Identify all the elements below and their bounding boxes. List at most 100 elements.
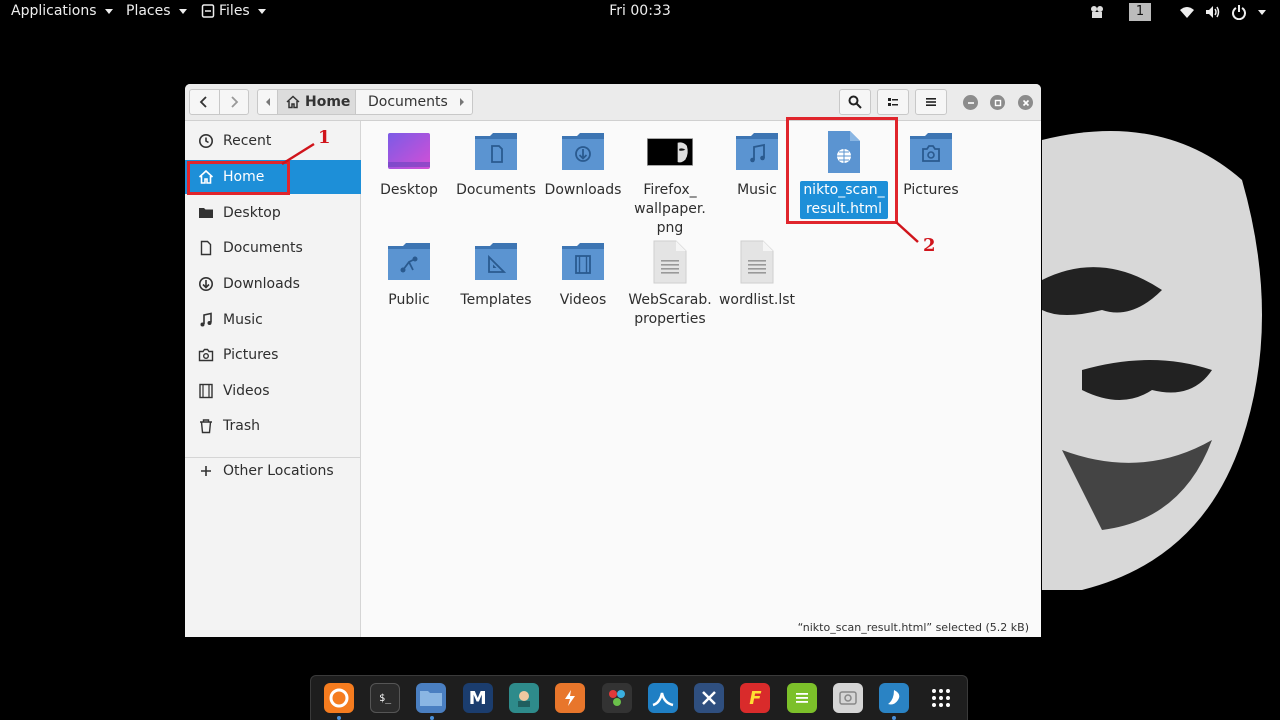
plus-icon xyxy=(197,462,215,480)
dock-maltego[interactable] xyxy=(597,678,637,718)
file-item-firefox-wallpaper[interactable]: Firefox_ wallpaper. png xyxy=(627,129,713,238)
file-item-public[interactable]: Public xyxy=(366,239,452,310)
notes-icon xyxy=(786,683,817,713)
path-scroll-right-button[interactable] xyxy=(452,90,472,114)
volume-icon[interactable] xyxy=(1205,4,1221,20)
sidebar-item-music[interactable]: Music xyxy=(185,303,361,337)
dock-beef[interactable] xyxy=(689,678,729,718)
folder-icon xyxy=(197,204,215,222)
terminal-icon: $_ xyxy=(370,683,401,713)
file-item-videos[interactable]: Videos xyxy=(540,239,626,310)
workspace-indicator[interactable]: 1 xyxy=(1129,3,1151,21)
sidebar-item-label: Music xyxy=(223,312,263,328)
downloads-folder-icon xyxy=(560,129,606,175)
minimize-button[interactable] xyxy=(963,95,978,110)
file-item-documents[interactable]: Documents xyxy=(453,129,539,200)
clock[interactable]: Fri 00:33 xyxy=(0,3,1280,19)
dock-notes[interactable] xyxy=(782,678,822,718)
templates-folder-icon xyxy=(473,239,519,285)
sidebar-item-desktop[interactable]: Desktop xyxy=(185,196,361,230)
sidebar-item-videos[interactable]: Videos xyxy=(185,374,361,408)
sidebar-item-downloads[interactable]: Downloads xyxy=(185,267,361,301)
path-scroll-left-button[interactable] xyxy=(258,90,278,114)
dock-firefox[interactable] xyxy=(319,678,359,720)
screenshot-icon xyxy=(832,683,863,713)
film-icon xyxy=(197,382,215,400)
text-file-icon xyxy=(647,239,693,285)
file-item-downloads[interactable]: Downloads xyxy=(540,129,626,200)
public-folder-icon xyxy=(386,239,432,285)
dock-faraday[interactable]: F xyxy=(736,678,776,718)
file-item-label: Pictures xyxy=(903,182,959,198)
file-item-label: Public xyxy=(388,292,430,308)
file-item-label: Desktop xyxy=(380,182,438,198)
path-documents-button[interactable]: Documents xyxy=(356,90,452,114)
file-item-wordlist[interactable]: wordlist.lst xyxy=(714,239,800,310)
annotation-line-1 xyxy=(281,142,315,166)
search-button[interactable] xyxy=(839,89,871,115)
dock-show-applications[interactable] xyxy=(921,678,961,718)
file-item-webscarab-properties[interactable]: WebScarab. properties xyxy=(627,239,713,329)
chevron-left-icon xyxy=(199,96,207,108)
triangle-right-icon xyxy=(460,98,464,106)
faraday-icon: F xyxy=(740,683,771,713)
places-sidebar: Recent Home Desktop Documents Downloads … xyxy=(185,121,361,637)
file-item-templates[interactable]: Templates xyxy=(453,239,539,310)
sidebar-item-pictures[interactable]: Pictures xyxy=(185,338,361,372)
download-icon xyxy=(197,275,215,293)
close-button[interactable] xyxy=(1018,95,1033,110)
text-file-icon xyxy=(734,239,780,285)
file-item-label: Music xyxy=(737,182,777,198)
sidebar-item-label: Downloads xyxy=(223,276,300,292)
path-home-button[interactable]: Home xyxy=(278,90,356,114)
top-panel: Applications Places Files Fri 00:33 1 xyxy=(0,0,1280,24)
file-item-label: WebScarab. properties xyxy=(628,292,712,327)
wifi-icon[interactable] xyxy=(1179,4,1195,20)
selection-status-label: “nikto_scan_result.html” selected (5.2 k… xyxy=(797,621,1029,634)
dock-files[interactable] xyxy=(412,678,452,720)
burpsuite-icon xyxy=(555,683,586,713)
dock-metasploit[interactable]: M xyxy=(458,678,498,718)
search-icon xyxy=(848,95,862,109)
running-indicator xyxy=(337,716,341,720)
forward-button[interactable] xyxy=(220,90,249,114)
path-documents-label: Documents xyxy=(368,94,448,110)
firefox-icon xyxy=(323,683,354,713)
minimize-icon xyxy=(967,101,974,104)
dock-wireshark[interactable] xyxy=(643,678,683,718)
file-item-label: Downloads xyxy=(544,182,622,198)
wireshark-icon xyxy=(647,683,678,713)
running-indicator xyxy=(892,716,897,720)
system-menu-caret-icon[interactable] xyxy=(1258,10,1266,15)
maximize-button[interactable] xyxy=(990,95,1005,110)
hamburger-menu-icon xyxy=(926,98,936,106)
app-grid-icon xyxy=(926,683,956,713)
annotation-box-nikto-file xyxy=(786,117,898,224)
view-mode-button[interactable] xyxy=(877,89,909,115)
file-item-label: wordlist.lst xyxy=(718,292,796,308)
dock-armitage[interactable] xyxy=(504,678,544,718)
file-item-desktop[interactable]: Desktop xyxy=(366,129,452,200)
dock-screenshot[interactable] xyxy=(828,678,868,718)
sidebar-item-other-locations[interactable]: Other Locations xyxy=(185,454,361,488)
menu-button[interactable] xyxy=(915,89,947,115)
video-camera-icon[interactable] xyxy=(1089,4,1105,20)
maltego-icon xyxy=(601,683,632,713)
sidebar-item-trash[interactable]: Trash xyxy=(185,409,361,443)
annotation-number-2: 2 xyxy=(923,235,936,256)
sidebar-item-label: Pictures xyxy=(223,347,279,363)
sidebar-item-documents[interactable]: Documents xyxy=(185,231,361,265)
file-item-pictures[interactable]: Pictures xyxy=(888,129,974,200)
desktop: Applications Places Files Fri 00:33 1 Ho… xyxy=(0,0,1280,720)
dock: $_ M F xyxy=(310,675,968,720)
power-icon[interactable] xyxy=(1231,4,1247,20)
dock-terminal[interactable]: $_ xyxy=(365,678,405,718)
back-button[interactable] xyxy=(190,90,220,114)
desktop-folder-icon xyxy=(386,129,432,175)
dock-kali[interactable] xyxy=(874,678,914,720)
sidebar-item-recent[interactable]: Recent xyxy=(185,124,361,158)
document-icon xyxy=(197,239,215,257)
annotation-box-home xyxy=(187,161,290,195)
dock-burpsuite[interactable] xyxy=(550,678,590,718)
triangle-left-icon xyxy=(265,98,270,106)
